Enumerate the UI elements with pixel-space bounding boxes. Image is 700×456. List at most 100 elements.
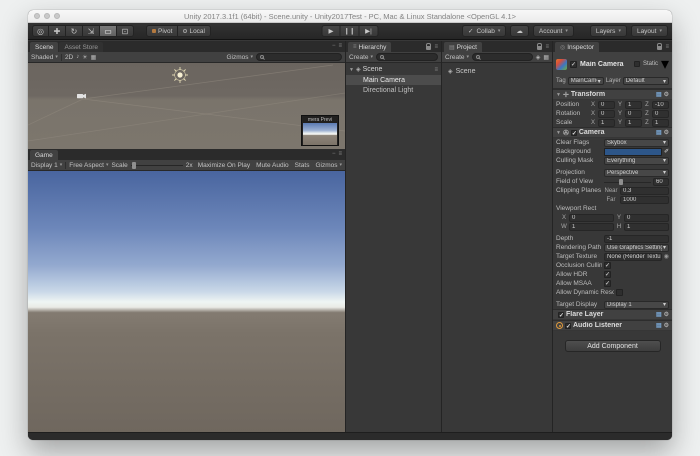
move-tool-button[interactable]: ✚ [49,25,66,37]
foldout-icon[interactable]: ▼ [349,67,354,73]
search-by-type-icon[interactable]: ◈ [536,54,541,61]
play-button[interactable]: ▶ [322,25,341,37]
position-y-field[interactable]: 1 [625,101,642,109]
help-book-icon[interactable]: ▤ [656,311,662,318]
panel-menu-icon[interactable]: ≡ [665,44,669,50]
transform-tool-button[interactable]: ⊡ [117,25,134,37]
hierarchy-item-directional-light[interactable]: Directional Light [346,85,441,95]
background-color-swatch[interactable] [604,148,662,156]
tab-game[interactable]: Game [30,150,58,160]
transform-component-header[interactable]: ▼ ✛ Transform ▤ ⚙ [553,89,672,100]
flare-layer-component-header[interactable]: ✓ Flare Layer ▤ ⚙ [553,309,672,320]
gear-icon[interactable]: ⚙ [664,129,669,136]
static-checkbox[interactable] [634,61,640,67]
tab-scene[interactable]: Scene [30,42,58,52]
panel-minus-icon[interactable]: − [332,43,336,49]
rotation-x-field[interactable]: 0 [598,110,615,118]
hand-tool-button[interactable]: ◎ [32,25,49,37]
hierarchy-search-input[interactable] [376,53,438,61]
2d-toggle[interactable]: 2D [65,54,73,61]
viewport-h-field[interactable]: 1 [624,223,669,231]
chevron-down-icon[interactable]: ▾ [661,54,669,74]
camera-component-header[interactable]: ▼ ✇ ✓ Camera ▤ ⚙ [553,127,672,138]
slider-knob[interactable] [132,162,136,169]
position-z-field[interactable]: -10 [652,101,669,109]
audio-listener-component-header[interactable]: ✓ Audio Listener ▤ ⚙ [553,320,672,331]
foldout-icon[interactable]: ▼ [556,92,561,98]
lock-icon[interactable] [657,46,662,50]
add-component-button[interactable]: Add Component [565,340,661,352]
rendering-path-dropdown[interactable]: Use Graphics Settings ▾ [604,244,669,252]
panel-menu-icon[interactable]: ≡ [434,44,438,50]
far-clip-field[interactable]: 1000 [620,196,669,204]
flare-enabled-checkbox[interactable]: ✓ [558,312,564,318]
gear-icon[interactable]: ⚙ [664,91,669,98]
near-clip-field[interactable]: 0.3 [620,187,669,195]
search-by-label-icon[interactable]: ▦ [543,54,549,61]
display-dropdown[interactable]: Display 1 ▾ [31,162,62,169]
camera-enabled-checkbox[interactable]: ✓ [571,130,577,136]
eyedropper-icon[interactable]: ✐ [664,148,669,155]
project-item-scene[interactable]: ◈ Scene [442,66,552,77]
hierarchy-item-main-camera[interactable]: Main Camera [346,75,441,85]
viewport-y-field[interactable]: 0 [624,214,669,222]
tab-asset-store[interactable]: Asset Store [59,42,103,52]
scale-z-field[interactable]: 1 [652,119,669,127]
panel-minus-icon[interactable]: − [332,151,336,157]
tab-hierarchy[interactable]: ≡ Hierarchy [348,42,391,52]
lock-icon[interactable] [426,46,431,50]
viewport-w-field[interactable]: 1 [569,223,614,231]
panel-menu-icon[interactable]: ≡ [545,44,549,50]
dynamic-resolution-checkbox[interactable] [616,289,623,296]
rotate-tool-button[interactable]: ↻ [66,25,83,37]
scene-gizmos-dropdown[interactable]: Gizmos ▾ [226,54,253,61]
scene-lighting-toggle-icon[interactable]: ☀ [82,54,87,61]
draw-mode-dropdown[interactable]: Shaded ▾ [31,54,58,61]
account-dropdown[interactable]: Account ▾ [533,25,574,37]
cloud-button[interactable]: ☁ [510,25,529,37]
stats-toggle[interactable]: Stats [295,162,310,169]
active-checkbox[interactable]: ✓ [570,61,577,68]
msaa-checkbox[interactable]: ✓ [604,280,611,287]
pause-button[interactable]: ❙❙ [341,25,360,37]
help-book-icon[interactable]: ▤ [656,322,662,329]
pivot-toggle-button[interactable]: Pivot [146,25,178,37]
help-book-icon[interactable]: ▤ [656,129,662,136]
depth-field[interactable]: -1 [604,235,669,243]
target-display-dropdown[interactable]: Display 1 ▾ [604,301,669,309]
fov-slider[interactable] [604,178,651,186]
tab-inspector[interactable]: ◎ Inspector [555,42,599,52]
layout-dropdown[interactable]: Layout ▾ [631,25,668,37]
viewport-x-field[interactable]: 0 [569,214,614,222]
step-button[interactable]: ▶| [360,25,379,37]
rotation-z-field[interactable]: 0 [652,110,669,118]
scene-context-menu-icon[interactable]: ≡ [434,67,438,73]
target-texture-field[interactable]: None (Render Textur [604,253,662,261]
scale-y-field[interactable]: 1 [625,119,642,127]
rotation-y-field[interactable]: 0 [625,110,642,118]
lock-icon[interactable] [537,46,542,50]
game-gizmos-dropdown[interactable]: Gizmos ▾ [315,162,342,169]
hierarchy-scene-row[interactable]: ▼ ◈ Scene ≡ [346,64,441,75]
rect-tool-button[interactable]: ▭ [100,25,117,37]
project-create-dropdown[interactable]: Create ▾ [445,54,469,61]
gear-icon[interactable]: ⚙ [664,322,669,329]
fov-field[interactable]: 60 [653,178,669,186]
tag-dropdown[interactable]: MainCamera ▾ [568,77,604,85]
layers-dropdown[interactable]: Layers ▾ [590,25,627,37]
scene-audio-toggle-icon[interactable]: ♪ [76,54,79,60]
object-picker-icon[interactable]: ◉ [664,253,669,260]
slider-knob[interactable] [619,179,623,185]
project-search-input[interactable] [472,53,533,61]
scene-search-input[interactable] [256,53,342,61]
help-book-icon[interactable]: ▤ [656,91,662,98]
panel-menu-icon[interactable]: ≡ [338,151,342,157]
audio-enabled-checkbox[interactable]: ✓ [565,323,571,329]
scene-viewport[interactable]: mera Previ [28,63,345,149]
layer-dropdown[interactable]: Default ▾ [623,77,669,85]
game-viewport[interactable] [28,171,345,433]
foldout-icon[interactable]: ▼ [556,130,561,136]
hdr-checkbox[interactable]: ✓ [604,271,611,278]
scene-effects-toggle-icon[interactable]: ▦ [91,54,97,61]
scale-tool-button[interactable]: ⇲ [83,25,100,37]
